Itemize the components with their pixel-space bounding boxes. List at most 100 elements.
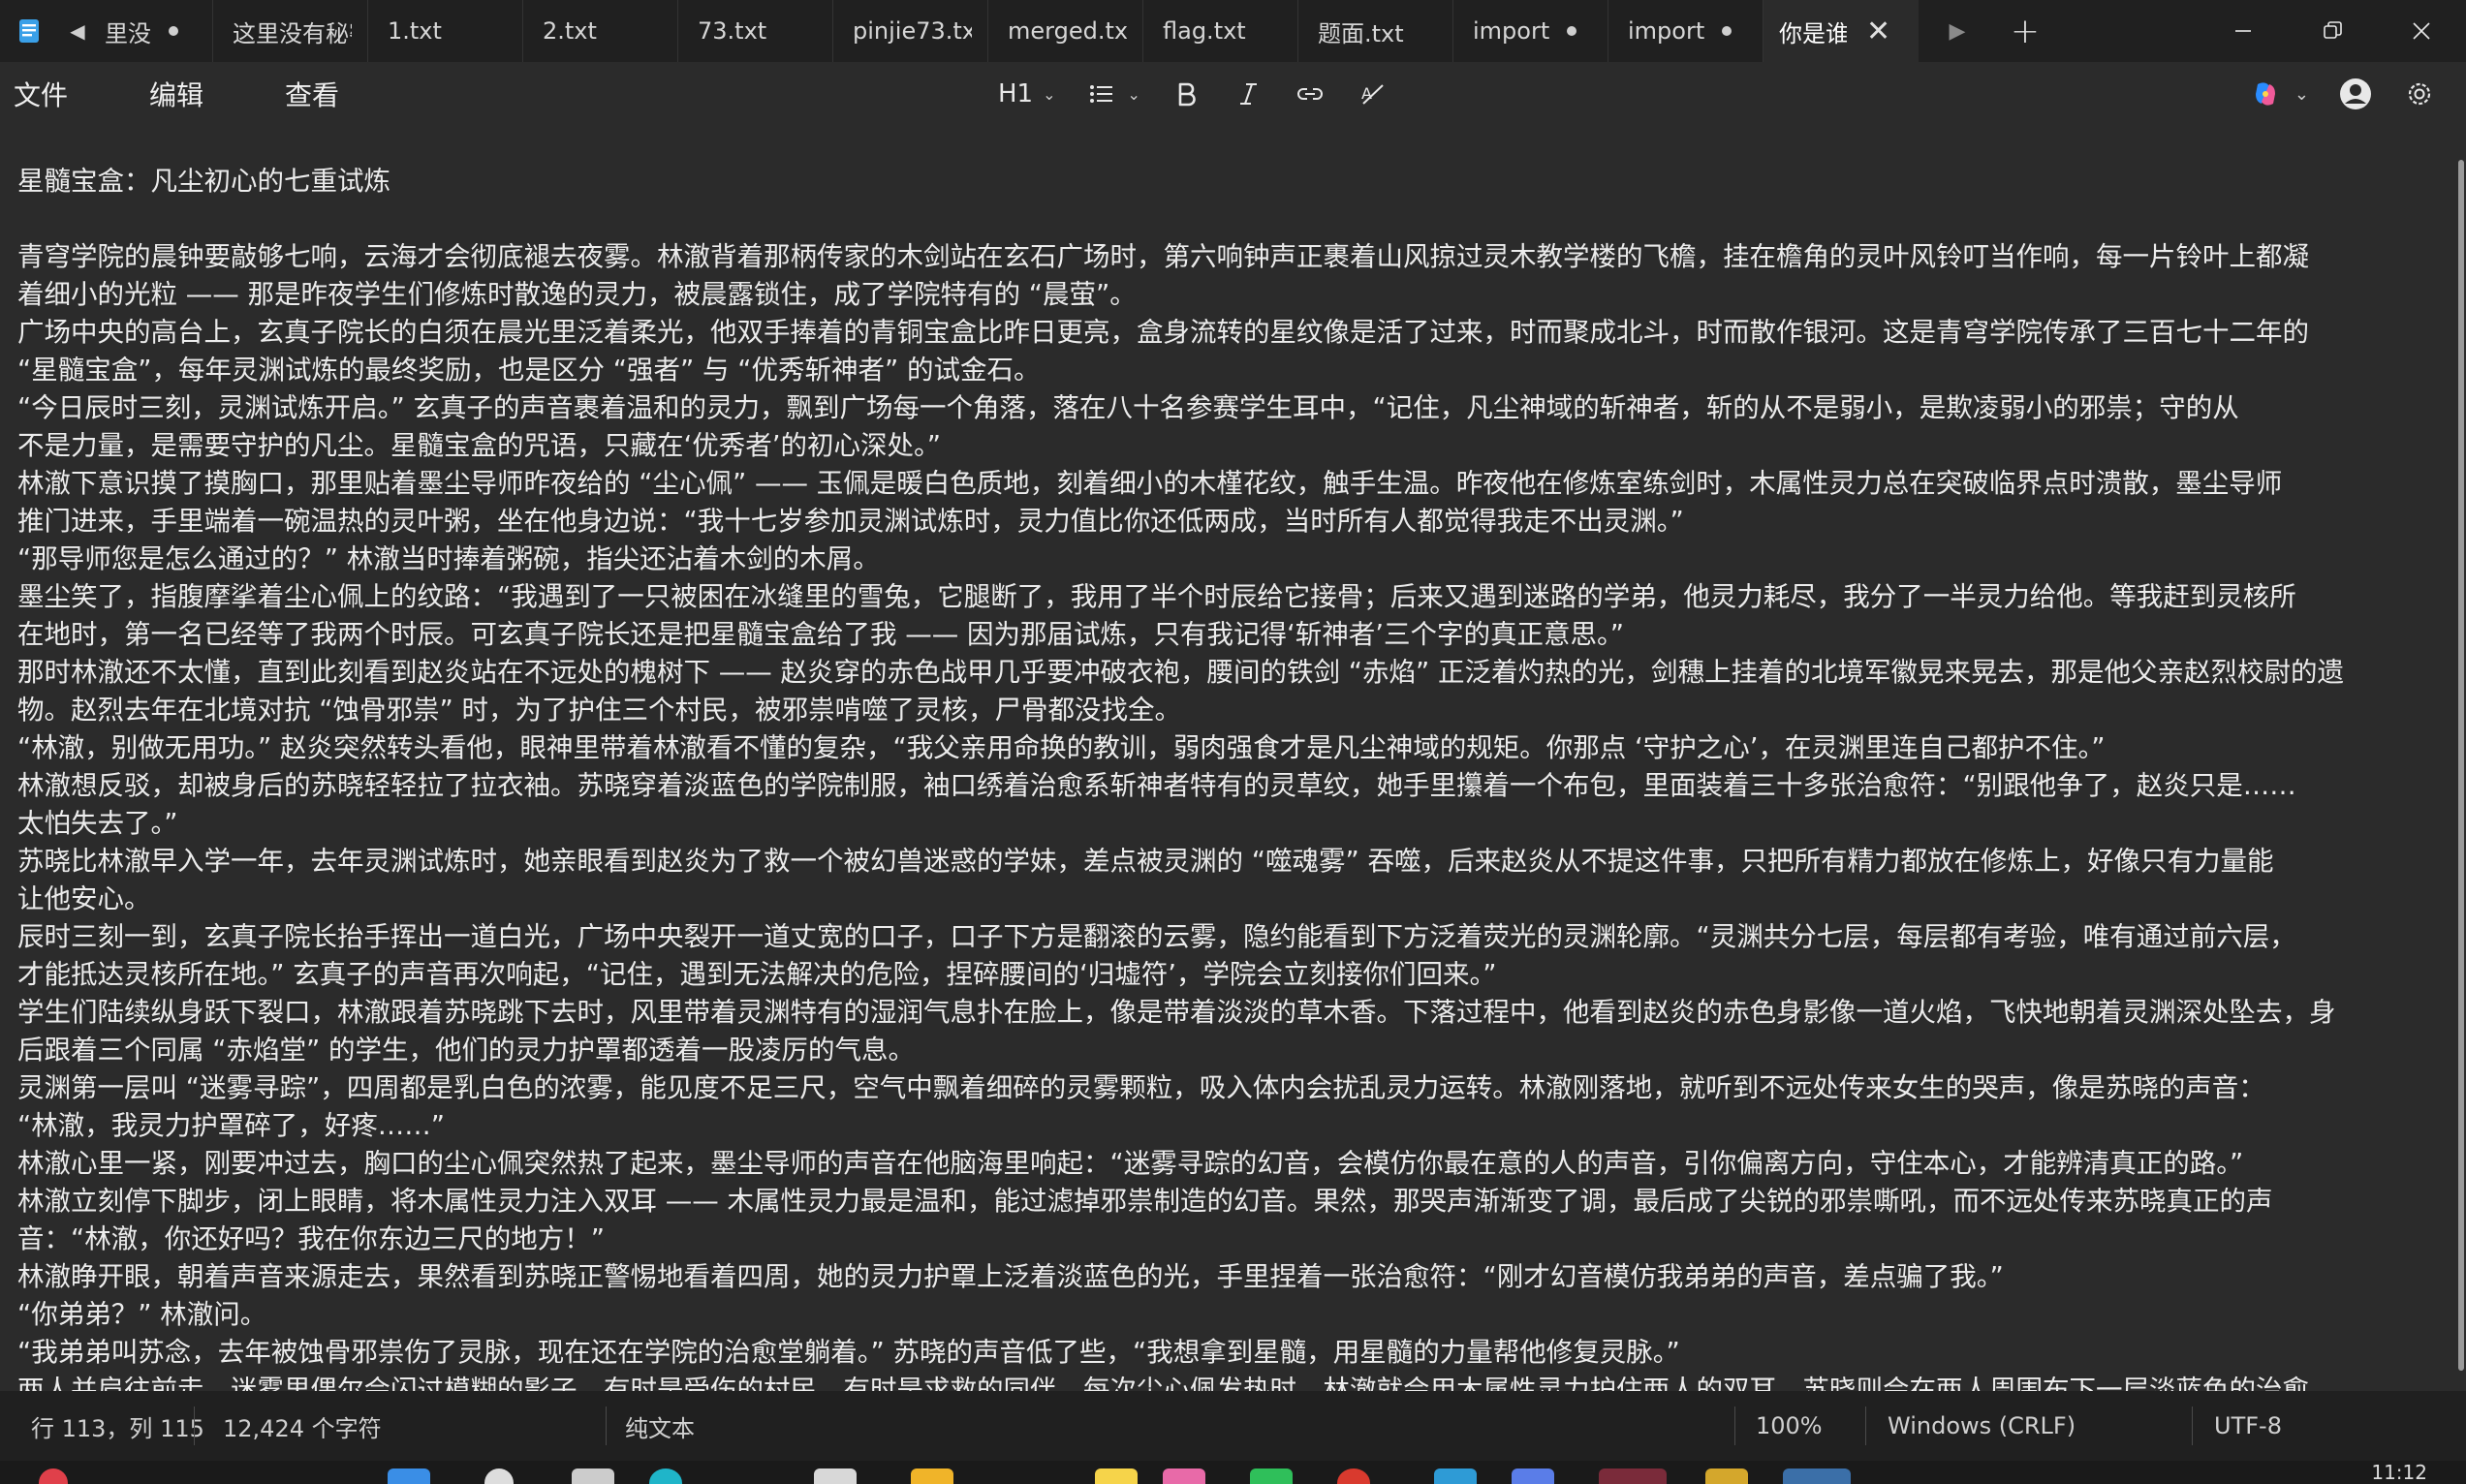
bold-icon: [1178, 82, 1196, 107]
tab-5[interactable]: pinjie73.txt: [833, 0, 988, 62]
italic-button[interactable]: [1232, 62, 1264, 126]
text-line: “你弟弟？” 林澈问。: [17, 1299, 267, 1330]
menu-file[interactable]: 文件: [0, 75, 81, 113]
text-editor[interactable]: 星髓宝盒：凡尘初心的七重试炼青穹学院的晨钟要敲够七响，云海才会彻底褪去夜雾。林澈…: [0, 145, 2451, 1391]
taskbar-app-icon[interactable]: [814, 1469, 857, 1484]
tab-8[interactable]: 题面.txt: [1298, 0, 1453, 62]
text-line: 不是力量，是需要守护的凡尘。星髓宝盒的咒语，只藏在‘优秀者’的初心深处。”: [17, 430, 941, 461]
restore-icon: [2324, 21, 2342, 39]
status-divider: [1734, 1407, 1735, 1445]
chevron-down-icon: ⌄: [2294, 83, 2309, 105]
tab-label: 你是谁: [1779, 19, 1847, 47]
close-icon: [2413, 22, 2430, 40]
window-controls: [2199, 0, 2466, 62]
list-dropdown[interactable]: ⌄: [1085, 62, 1140, 126]
taskbar-app-icon[interactable]: [1250, 1469, 1293, 1484]
italic-icon: [1239, 83, 1257, 105]
taskbar-clock[interactable]: 11:12: [2371, 1461, 2427, 1484]
settings-button[interactable]: [2402, 77, 2437, 111]
encoding[interactable]: UTF-8: [2214, 1391, 2282, 1461]
tab-bar: ◀ 里没 这里没有秘密 1.txt 2.txt 73.txt pinjie73.…: [0, 0, 2466, 62]
text-line: 辰时三刻一到，玄真子院长抬手挥出一道白光，广场中央裂开一道丈宽的口子，口子下方是…: [17, 921, 2296, 952]
text-line: 广场中央的高台上，玄真子院长的白须在晨光里泛着柔光，他双手捧着的青铜宝盒比昨日更…: [17, 317, 2309, 348]
text-line: 推门进来，手里端着一碗温热的灵叶粥，坐在他身边说：“我十七岁参加灵渊试炼时，灵力…: [17, 506, 1684, 537]
notepad-app-icon: [0, 0, 58, 62]
taskbar-app-icon[interactable]: [1163, 1469, 1205, 1484]
text-line: 墨尘笑了，指腹摩挲着尘心佩上的纹路：“我遇到了一只被困在冰缝里的雪兔，它腿断了，…: [17, 581, 2296, 612]
text-line: “星髓宝盒”，每年灵渊试炼的最终奖励，也是区分 “强者” 与 “优秀斩神者” 的…: [17, 355, 1041, 386]
taskbar-app-icon[interactable]: [1705, 1469, 1748, 1484]
close-window-button[interactable]: [2377, 0, 2466, 62]
menu-edit[interactable]: 编辑: [136, 75, 217, 113]
right-toolbar: ⌄: [2248, 62, 2466, 126]
scroll-tabs-right-icon[interactable]: ▶: [1919, 0, 1996, 62]
cursor-position[interactable]: 行 113，列 115: [31, 1391, 204, 1461]
clear-format-button[interactable]: A: [1356, 62, 1389, 126]
text-line: 着细小的光粒 —— 那是昨夜学生们修炼时散逸的灵力，被晨露锁住，成了学院特有的 …: [17, 279, 1137, 310]
text-line: 青穹学院的晨钟要敲够七响，云海才会彻底褪去夜雾。林澈背着那柄传家的木剑站在玄石广…: [17, 241, 2309, 272]
taskbar-app-icon[interactable]: [1434, 1469, 1477, 1484]
taskbar-app-icon[interactable]: [1337, 1469, 1370, 1484]
unsaved-dot-icon: [1722, 26, 1732, 36]
text-line: “林澈，别做无用功。” 赵炎突然转头看他，眼神里带着林澈看不懂的复杂，“我父亲用…: [17, 732, 2106, 763]
close-tab-icon[interactable]: ✕: [1866, 15, 1890, 48]
text-line: 才能抵达灵核所在地。” 玄真子的声音再次响起，“记住，遇到无法解决的危险，捏碎腰…: [17, 959, 1497, 990]
status-divider: [606, 1407, 607, 1445]
scroll-tabs-left-icon[interactable]: ◀: [58, 0, 97, 62]
menu-bar: 文件 编辑 查看 H1 ⌄ ⌄ A ⌄: [0, 62, 2466, 126]
account-button[interactable]: [2338, 77, 2373, 111]
copilot-button[interactable]: ⌄: [2248, 77, 2309, 111]
taskbar-app-icon[interactable]: [572, 1469, 614, 1484]
tab-7[interactable]: flag.txt: [1143, 0, 1298, 62]
file-format[interactable]: 纯文本: [625, 1391, 695, 1461]
link-icon: [1296, 88, 1323, 100]
minimize-button[interactable]: [2199, 0, 2288, 62]
chevron-down-icon: ⌄: [1043, 84, 1056, 104]
tab-11-active[interactable]: 你是谁 ✕: [1764, 0, 1919, 62]
taskbar-app-icon[interactable]: [649, 1469, 682, 1484]
new-tab-button[interactable]: +: [1996, 0, 2054, 62]
list-icon: [1089, 85, 1112, 103]
menu-view[interactable]: 查看: [271, 75, 353, 113]
text-line: “今日辰时三刻，灵渊试炼开启。” 玄真子的声音裹着温和的灵力，飘到广场每一个角落…: [17, 392, 2239, 423]
text-line: 星髓宝盒：凡尘初心的七重试炼: [17, 166, 390, 197]
status-divider: [1865, 1407, 1866, 1445]
tab-label: 1.txt: [388, 17, 442, 45]
tab-0[interactable]: 里没: [97, 0, 213, 62]
zoom-level[interactable]: 100%: [1756, 1391, 1823, 1461]
tab-label: 73.txt: [698, 17, 767, 45]
tab-label: import: [1473, 17, 1550, 45]
tab-2[interactable]: 1.txt: [368, 0, 523, 62]
tab-4[interactable]: 73.txt: [678, 0, 833, 62]
scrollbar-thumb[interactable]: [2458, 160, 2464, 1371]
tab-9[interactable]: import: [1453, 0, 1608, 62]
text-line: 那时林澈还不太懂，直到此刻看到赵炎站在不远处的槐树下 —— 赵炎穿的赤色战甲几乎…: [17, 657, 2344, 688]
taskbar-app-icon[interactable]: [388, 1469, 430, 1484]
taskbar-app-icon[interactable]: [911, 1469, 953, 1484]
taskbar-app-icon[interactable]: [1512, 1469, 1554, 1484]
tab-6[interactable]: merged.txt: [988, 0, 1143, 62]
tab-label: 里没: [105, 19, 151, 47]
taskbar-app-icon[interactable]: [1599, 1469, 1667, 1484]
heading-dropdown[interactable]: H1 ⌄: [998, 62, 1056, 126]
tab-10[interactable]: import: [1608, 0, 1764, 62]
link-button[interactable]: [1294, 62, 1327, 126]
tab-1[interactable]: 这里没有秘密: [213, 0, 368, 62]
tab-3[interactable]: 2.txt: [523, 0, 678, 62]
text-line: 学生们陆续纵身跃下裂口，林澈跟着苏晓跳下去时，风里带着灵渊特有的湿润气息扑在脸上…: [17, 997, 2336, 1028]
text-line: “我弟弟叫苏念，去年被蚀骨邪祟伤了灵脉，现在还在学院的治愈堂躺着。” 苏晓的声音…: [17, 1337, 1680, 1368]
status-divider: [2192, 1407, 2193, 1445]
text-line: 在地时，第一名已经等了我两个时辰。可玄真子院长还是把星髓宝盒给了我 —— 因为那…: [17, 619, 1624, 650]
bold-button[interactable]: [1170, 62, 1202, 126]
line-ending[interactable]: Windows (CRLF): [1888, 1391, 2076, 1461]
restore-button[interactable]: [2288, 0, 2377, 62]
text-line: 灵渊第一层叫 “迷雾寻踪”，四周都是乳白色的浓雾，能见度不足三尺，空气中飘着细碎…: [17, 1072, 2265, 1103]
tab-label: 题面.txt: [1318, 19, 1404, 47]
taskbar-app-icon[interactable]: [484, 1469, 514, 1484]
taskbar-app-icon[interactable]: [39, 1469, 68, 1484]
taskbar-app-icon[interactable]: [1095, 1469, 1138, 1484]
status-divider: [194, 1407, 195, 1445]
tab-label: 2.txt: [543, 17, 597, 45]
text-line: “那导师您是怎么通过的？” 林澈当时捧着粥碗，指尖还沾着木剑的木屑。: [17, 543, 880, 574]
taskbar-app-icon[interactable]: [1783, 1469, 1851, 1484]
